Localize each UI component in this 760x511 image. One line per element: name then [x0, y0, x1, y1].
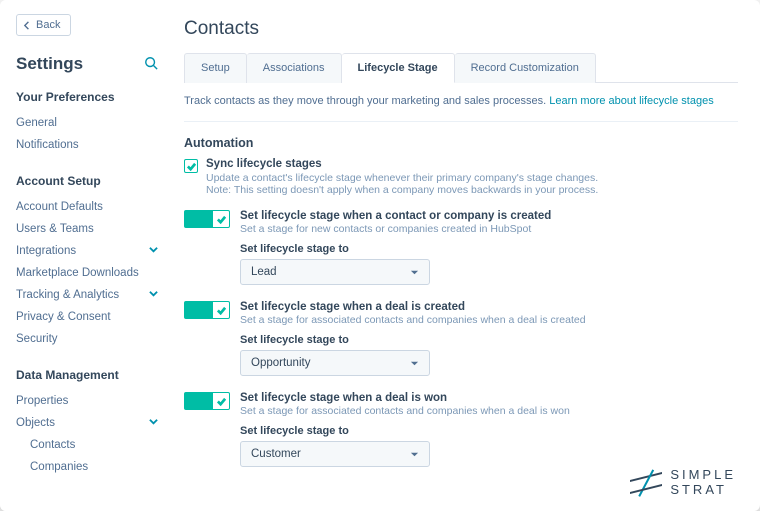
select-value: Customer — [251, 448, 301, 460]
sidebar-item-contacts[interactable]: Contacts — [16, 434, 158, 456]
sidebar-item-general[interactable]: General — [16, 112, 158, 134]
page-title: Contacts — [184, 18, 738, 40]
sidebar-item-properties[interactable]: Properties — [16, 390, 158, 412]
block-deal-won-help: Set a stage for associated contacts and … — [240, 405, 738, 417]
sidebar-item-tracking[interactable]: Tracking & Analytics — [16, 284, 158, 306]
set-stage-label: Set lifecycle stage to — [240, 334, 738, 346]
block-deal-created-help: Set a stage for associated contacts and … — [240, 314, 738, 326]
desc-text: Track contacts as they move through your… — [184, 95, 549, 107]
tab-description: Track contacts as they move through your… — [184, 83, 738, 122]
sidebar-item-users-teams[interactable]: Users & Teams — [16, 218, 158, 240]
toggle-track — [184, 301, 212, 319]
search-icon[interactable] — [144, 56, 158, 73]
sync-lifecycle-label: Sync lifecycle stages — [206, 158, 626, 170]
lifecycle-block-deal-created: Set lifecycle stage when a deal is creat… — [184, 301, 738, 376]
sidebar-item-companies[interactable]: Companies — [16, 456, 158, 478]
sync-lifecycle-checkbox[interactable] — [184, 159, 198, 173]
settings-title: Settings — [16, 54, 83, 74]
tab-lifecycle-stage[interactable]: Lifecycle Stage — [342, 53, 455, 83]
select-created-stage[interactable]: Lead — [240, 259, 430, 285]
tab-setup[interactable]: Setup — [184, 53, 247, 83]
tabs: Setup Associations Lifecycle Stage Recor… — [184, 52, 738, 83]
sidebar-heading-data: Data Management — [16, 368, 158, 382]
chevron-down-icon — [149, 245, 158, 257]
sidebar: Back Settings Your Preferences General N… — [0, 0, 170, 511]
sidebar-item-integrations[interactable]: Integrations — [16, 240, 158, 262]
select-value: Opportunity — [251, 357, 310, 369]
app-frame: Back Settings Your Preferences General N… — [0, 0, 760, 511]
toggle-deal-won[interactable] — [184, 392, 230, 410]
lifecycle-block-created: Set lifecycle stage when a contact or co… — [184, 210, 738, 285]
check-icon — [217, 306, 226, 315]
sidebar-item-security[interactable]: Security — [16, 328, 158, 350]
block-deal-won-title: Set lifecycle stage when a deal is won — [240, 392, 738, 404]
sidebar-item-marketplace[interactable]: Marketplace Downloads — [16, 262, 158, 284]
back-label: Back — [36, 19, 60, 31]
tab-associations[interactable]: Associations — [247, 53, 342, 83]
brand-mark-icon — [630, 470, 662, 496]
sidebar-section-preferences: Your Preferences General Notifications — [16, 90, 158, 156]
caret-down-icon — [410, 450, 419, 459]
settings-header: Settings — [16, 54, 158, 74]
check-icon — [217, 215, 226, 224]
main-content: Contacts Setup Associations Lifecycle St… — [170, 0, 760, 511]
chevron-down-icon — [149, 417, 158, 429]
toggle-check — [212, 301, 230, 319]
sidebar-item-notifications[interactable]: Notifications — [16, 134, 158, 156]
sidebar-item-privacy[interactable]: Privacy & Consent — [16, 306, 158, 328]
caret-down-icon — [410, 268, 419, 277]
sidebar-heading-preferences: Your Preferences — [16, 90, 158, 104]
sync-lifecycle-help: Update a contact's lifecycle stage whene… — [206, 172, 626, 196]
select-deal-won-stage[interactable]: Customer — [240, 441, 430, 467]
brand-logo: SIMPLE STRAT — [630, 468, 736, 497]
sync-lifecycle-row: Sync lifecycle stages Update a contact's… — [184, 158, 738, 196]
set-stage-label: Set lifecycle stage to — [240, 425, 738, 437]
block-created-help: Set a stage for new contacts or companie… — [240, 223, 738, 235]
block-created-title: Set lifecycle stage when a contact or co… — [240, 210, 738, 222]
sidebar-item-account-defaults[interactable]: Account Defaults — [16, 196, 158, 218]
check-icon — [217, 397, 226, 406]
chevron-down-icon — [149, 289, 158, 301]
check-icon — [187, 162, 196, 171]
sidebar-item-objects[interactable]: Objects — [16, 412, 158, 434]
caret-down-icon — [410, 359, 419, 368]
back-button[interactable]: Back — [16, 14, 71, 36]
toggle-track — [184, 210, 212, 228]
toggle-deal-created[interactable] — [184, 301, 230, 319]
select-value: Lead — [251, 266, 277, 278]
brand-line2: STRAT — [670, 483, 736, 497]
sidebar-heading-account: Account Setup — [16, 174, 158, 188]
brand-line1: SIMPLE — [670, 468, 736, 482]
set-stage-label: Set lifecycle stage to — [240, 243, 738, 255]
toggle-check — [212, 392, 230, 410]
toggle-created[interactable] — [184, 210, 230, 228]
tab-record-customization[interactable]: Record Customization — [455, 53, 596, 83]
chevron-left-icon — [23, 21, 32, 30]
select-deal-created-stage[interactable]: Opportunity — [240, 350, 430, 376]
block-deal-created-title: Set lifecycle stage when a deal is creat… — [240, 301, 738, 313]
toggle-track — [184, 392, 212, 410]
toggle-check — [212, 210, 230, 228]
learn-more-link[interactable]: Learn more about lifecycle stages — [549, 95, 713, 107]
lifecycle-block-deal-won: Set lifecycle stage when a deal is won S… — [184, 392, 738, 467]
sidebar-section-data: Data Management Properties Objects Conta… — [16, 368, 158, 478]
sidebar-section-account: Account Setup Account Defaults Users & T… — [16, 174, 158, 350]
automation-heading: Automation — [184, 136, 738, 150]
